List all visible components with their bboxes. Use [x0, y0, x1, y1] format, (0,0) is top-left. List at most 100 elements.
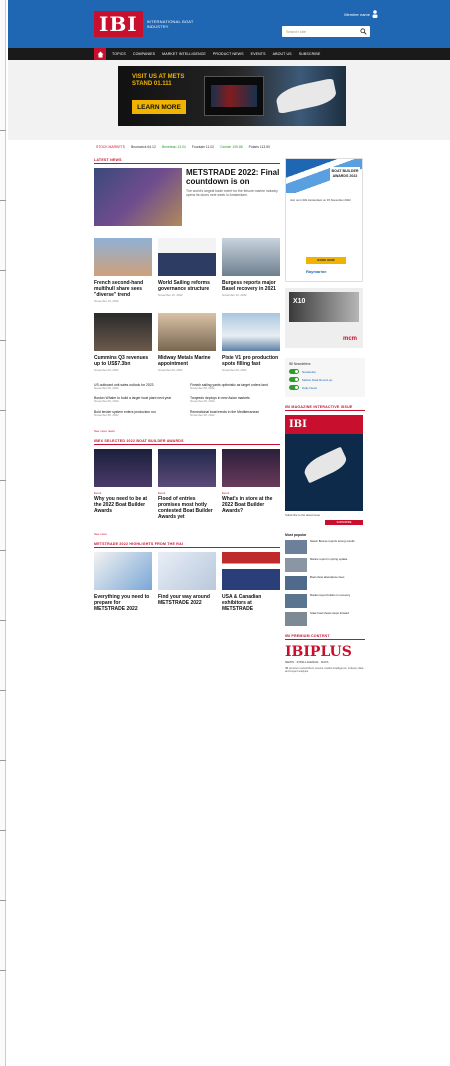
card-image[interactable] [158, 313, 216, 352]
list-item[interactable]: Torqeedo deploys in new Asian markets Nov… [190, 396, 280, 403]
card-title[interactable]: French second-hand multihull share sees … [94, 280, 152, 298]
user-icon[interactable] [372, 10, 378, 18]
card-title[interactable]: Burgess reports major Basel recovery in … [222, 280, 280, 292]
search-input[interactable]: Search site [282, 26, 370, 37]
card-image[interactable] [158, 552, 216, 591]
card-image[interactable] [94, 238, 152, 276]
card-image[interactable] [158, 449, 216, 488]
popular-title[interactable]: Marine report in spring update [310, 557, 347, 572]
card-image[interactable] [222, 552, 280, 591]
news-card[interactable]: Event Flood of entries promises most hot… [158, 449, 216, 522]
popular-item[interactable]: Solar boat shows steps forward [285, 611, 365, 626]
book-now-button[interactable]: BOOK NOW [306, 257, 346, 264]
search-icon[interactable] [360, 28, 367, 35]
card-image[interactable] [158, 238, 216, 276]
see-more-link[interactable]: See more news [94, 429, 280, 433]
learn-more-button[interactable]: LEARN MORE [132, 100, 186, 114]
news-card[interactable]: French second-hand multihull share sees … [94, 238, 152, 303]
card-title[interactable]: Find your way around METSTRADE 2022 [158, 594, 216, 606]
toggle-row[interactable]: Daily News [289, 385, 361, 390]
magazine-cover[interactable]: IBI [285, 415, 363, 511]
ticker-item[interactable]: Brunswick 64.12 [131, 145, 156, 149]
ticker-item[interactable]: Fountain 11.02 [192, 145, 214, 149]
nav-about-us[interactable]: ABOUT US [273, 52, 292, 56]
popular-item[interactable]: Nautic Bourse reports strong results [285, 539, 365, 554]
featured-image[interactable] [94, 168, 182, 226]
news-card[interactable]: Midway Metals Marine appointment Novembe… [158, 313, 216, 372]
card-image[interactable] [94, 313, 152, 352]
news-card[interactable]: Everything you need to prepare for METST… [94, 552, 152, 614]
card-image[interactable] [222, 238, 280, 276]
card-image[interactable] [222, 313, 280, 352]
site-logo[interactable]: IBI INTERNATIONAL BOAT INDUSTRY [94, 10, 199, 38]
popular-item[interactable]: Market report builds on recovery [285, 593, 365, 608]
toggle-row[interactable]: Newsletter [289, 369, 361, 374]
home-button[interactable] [94, 48, 106, 60]
popular-title[interactable]: Boat show attendance rises [310, 575, 344, 590]
card-category[interactable]: Event [94, 491, 152, 495]
toggle-row[interactable]: Market Data Round-up [289, 377, 361, 382]
nav-subscribe[interactable]: SUBSCRIBE [299, 52, 321, 56]
top-ad-area: VISIT US AT METS STAND 01.111 LEARN MORE [8, 60, 450, 140]
card-title[interactable]: Midway Metals Marine appointment [158, 355, 216, 367]
ticker-item[interactable]: Garmin 105.88 [220, 145, 242, 149]
toggle-switch[interactable] [289, 385, 299, 390]
news-card[interactable]: USA & Canadian exhibitors at METSTRADE [222, 552, 280, 614]
list-item[interactable]: Finnish sailing yards optimistic as targ… [190, 383, 280, 390]
news-card[interactable]: Pixie V1 pro production spots filling fa… [222, 313, 280, 372]
card-title[interactable]: Why you need to be at the 2022 Boat Buil… [94, 496, 152, 514]
card-title[interactable]: World Sailing reforms governance structu… [158, 280, 216, 292]
popular-image[interactable] [285, 593, 307, 608]
product-advert[interactable]: X10 mcm [285, 288, 363, 348]
nav-product-news[interactable]: PRODUCT NEWS [213, 52, 244, 56]
popular-image[interactable] [285, 611, 307, 626]
popular-title[interactable]: Nautic Bourse reports strong results [310, 539, 355, 554]
card-category[interactable]: Event [222, 491, 280, 495]
ad-text: Join us in RAI Amsterdam on 15 November … [290, 198, 351, 202]
nav-topics[interactable]: TOPICS [112, 52, 126, 56]
featured-title[interactable]: METSTRADE 2022: Final countdown is on [186, 168, 280, 186]
list-item[interactable]: Recreational boat trends in the Mediterr… [190, 410, 280, 417]
card-image[interactable] [94, 449, 152, 488]
news-card[interactable]: Event What's in store at the 2022 Boat B… [222, 449, 280, 522]
see-more-link[interactable]: See more [94, 532, 280, 536]
news-card[interactable]: Cummins Q3 revenues up to US$7.3bn Novem… [94, 313, 152, 372]
left-ruler [0, 0, 6, 1066]
ticker-item[interactable]: Polaris 113.50 [249, 145, 270, 149]
account-name[interactable]: Member name [344, 12, 370, 17]
card-title[interactable]: USA & Canadian exhibitors at METSTRADE [222, 594, 280, 612]
popular-image[interactable] [285, 575, 307, 590]
featured-article[interactable]: METSTRADE 2022: Final countdown is on Th… [94, 168, 280, 226]
subscribe-button[interactable]: SUBSCRIBE [325, 519, 363, 525]
nav-market-intelligence[interactable]: MARKET INTELLIGENCE [162, 52, 206, 56]
ticker-item[interactable]: Beneteau 13.04 [162, 145, 186, 149]
card-category[interactable]: Event [158, 491, 216, 495]
card-title[interactable]: What's in store at the 2022 Boat Builder… [222, 496, 280, 514]
ibiplus-logo[interactable]: IBIPLUS [285, 644, 365, 660]
list-item[interactable]: Bold tender system enters production run… [94, 410, 184, 417]
popular-image[interactable] [285, 557, 307, 572]
awards-advert[interactable]: BOAT BUILDER AWARDS 2022 Join us in RAI … [285, 158, 363, 282]
news-card[interactable]: Event Why you need to be at the 2022 Boa… [94, 449, 152, 522]
advert-banner[interactable]: VISIT US AT METS STAND 01.111 LEARN MORE [118, 66, 346, 126]
news-card[interactable]: World Sailing reforms governance structu… [158, 238, 216, 303]
popular-item[interactable]: Boat show attendance rises [285, 575, 365, 590]
list-item[interactable]: US outboard unit sales outlook for 2023 N… [94, 383, 184, 390]
popular-title[interactable]: Market report builds on recovery [310, 593, 350, 608]
card-title[interactable]: Flood of entries promises most hotly con… [158, 496, 216, 520]
news-card[interactable]: Burgess reports major Basel recovery in … [222, 238, 280, 303]
card-image[interactable] [94, 552, 152, 591]
card-image[interactable] [222, 449, 280, 488]
card-title[interactable]: Everything you need to prepare for METST… [94, 594, 152, 612]
news-card[interactable]: Find your way around METSTRADE 2022 [158, 552, 216, 614]
list-item[interactable]: Boston Whaler to build a larger boat pla… [94, 396, 184, 403]
toggle-switch[interactable] [289, 369, 299, 374]
nav-companies[interactable]: COMPANIES [133, 52, 155, 56]
popular-item[interactable]: Marine report in spring update [285, 557, 365, 572]
toggle-switch[interactable] [289, 377, 299, 382]
card-title[interactable]: Cummins Q3 revenues up to US$7.3bn [94, 355, 152, 367]
nav-events[interactable]: EVENTS [251, 52, 266, 56]
card-title[interactable]: Pixie V1 pro production spots filling fa… [222, 355, 280, 367]
popular-title[interactable]: Solar boat shows steps forward [310, 611, 349, 626]
popular-image[interactable] [285, 539, 307, 554]
